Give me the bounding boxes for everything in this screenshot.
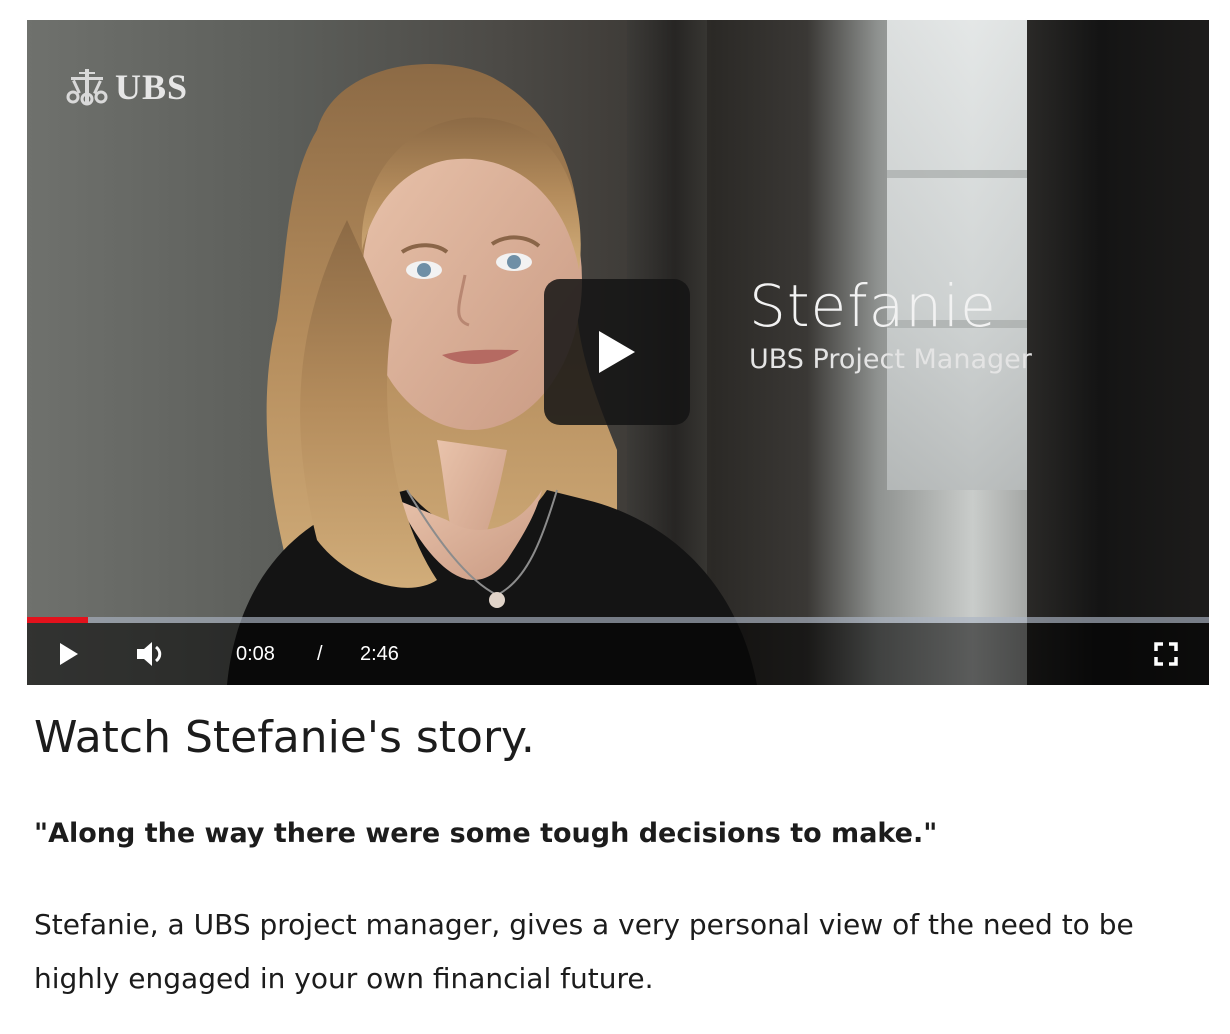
overlay-role: UBS Project Manager bbox=[749, 344, 1032, 375]
play-button[interactable] bbox=[59, 623, 79, 685]
video-subject-figure bbox=[227, 64, 757, 685]
ubs-logo-text: UBS bbox=[115, 67, 189, 107]
current-time: 0:08 bbox=[236, 643, 275, 665]
volume-icon bbox=[137, 642, 162, 666]
background-curtain bbox=[1027, 20, 1209, 685]
ubs-keys-icon bbox=[65, 67, 109, 107]
ubs-logo: UBS bbox=[65, 66, 188, 108]
control-bar: 0:08 / 2:46 bbox=[27, 623, 1209, 685]
background-window bbox=[887, 20, 1027, 490]
story-headline: Watch Stefanie's story. bbox=[34, 712, 535, 763]
story-quote: "Along the way there were some tough dec… bbox=[34, 818, 938, 849]
window-frame-bar bbox=[887, 170, 1027, 178]
time-separator: / bbox=[317, 643, 323, 665]
overlay-name: Stefanie bbox=[749, 272, 997, 340]
video-name-overlay: Stefanie UBS Project Manager bbox=[749, 270, 1032, 378]
play-icon bbox=[60, 643, 78, 665]
video-player[interactable]: UBS Stefanie UBS Project Manager 0:08 / … bbox=[27, 20, 1209, 685]
duration: 2:46 bbox=[360, 643, 399, 665]
play-icon bbox=[599, 331, 635, 373]
volume-button[interactable] bbox=[135, 623, 169, 685]
story-description: Stefanie, a UBS project manager, gives a… bbox=[34, 908, 1134, 995]
fullscreen-button[interactable] bbox=[1154, 623, 1178, 685]
big-play-button[interactable] bbox=[544, 279, 690, 425]
fullscreen-icon bbox=[1154, 642, 1178, 666]
